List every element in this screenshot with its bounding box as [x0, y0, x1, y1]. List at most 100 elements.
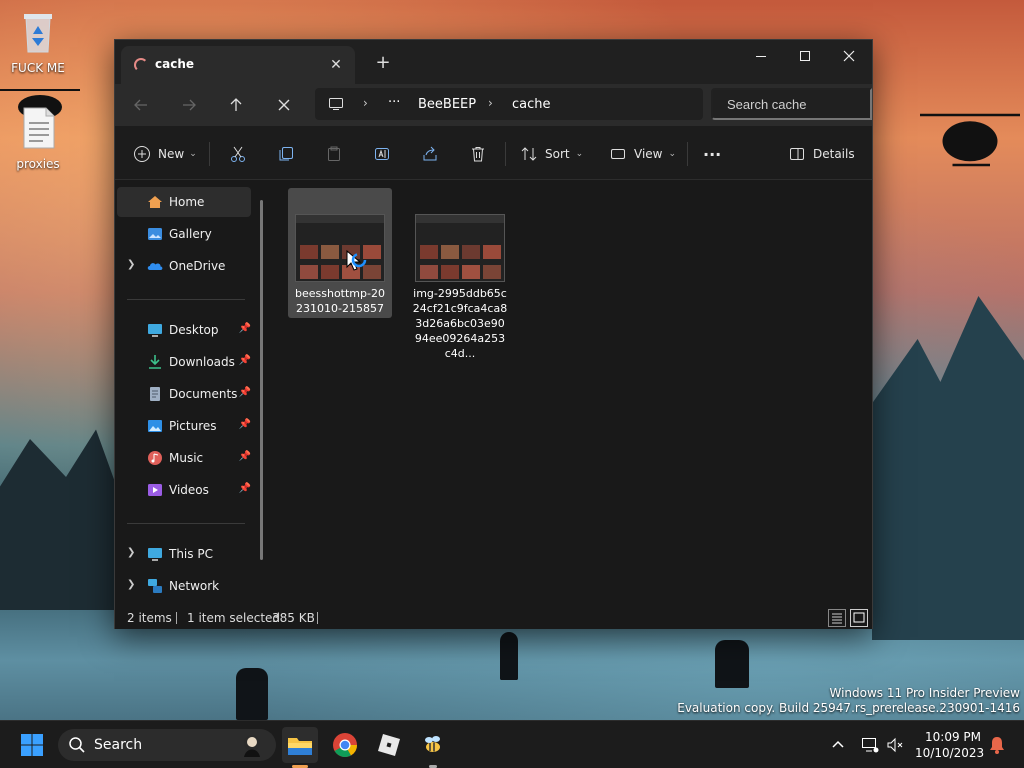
pin-icon[interactable]: 📌 — [239, 387, 251, 398]
pin-icon[interactable]: 📌 — [239, 483, 251, 494]
search-highlight-icon — [244, 735, 260, 757]
wallpaper-mountain-right — [872, 296, 1024, 640]
taskbar-search-label: Search — [94, 737, 143, 753]
soldier-silhouette — [236, 668, 268, 720]
paste-button[interactable] — [325, 140, 343, 168]
busy-indicator-icon — [351, 252, 367, 268]
pin-icon[interactable]: 📌 — [239, 355, 251, 366]
close-tab-button[interactable]: ✕ — [325, 54, 347, 76]
chrome-icon — [333, 733, 357, 758]
address-overflow-button[interactable]: ··· — [388, 95, 400, 110]
system-clock[interactable]: 10:09 PM 10/10/2023 — [915, 729, 984, 761]
network-icon — [148, 579, 162, 593]
delete-button[interactable] — [469, 140, 487, 168]
sidebar-item-label: Desktop — [169, 323, 219, 337]
large-icons-view-button[interactable] — [850, 609, 868, 627]
sidebar-item-desktop[interactable]: Desktop 📌 — [117, 315, 251, 345]
sidebar-item-videos[interactable]: Videos 📌 — [117, 475, 251, 505]
list-view-icon — [832, 613, 842, 624]
volume-muted-icon[interactable] — [886, 736, 904, 754]
new-button[interactable]: New ⌄ — [133, 140, 197, 168]
close-icon — [843, 50, 855, 62]
chevron-down-icon: ⌄ — [189, 149, 197, 159]
sidebar-item-network[interactable]: ❯ Network — [117, 571, 251, 601]
sidebar-scrollbar[interactable] — [260, 200, 263, 560]
display-icon[interactable] — [861, 736, 879, 754]
breadcrumb-cache[interactable]: cache — [512, 97, 551, 112]
new-tab-button[interactable]: + — [371, 52, 395, 74]
sidebar-item-pictures[interactable]: Pictures 📌 — [117, 411, 251, 441]
music-icon — [148, 451, 162, 465]
monitor-icon — [329, 98, 343, 110]
selection-count: 1 item selected — [187, 611, 281, 625]
windows-logo-icon — [21, 734, 43, 756]
roblox-icon — [378, 734, 400, 756]
details-button[interactable]: Details — [788, 140, 855, 168]
file-item[interactable]: beesshottmp-20231010-215857 — [288, 188, 392, 318]
taskbar-search[interactable]: Search — [58, 729, 276, 761]
sort-icon — [521, 147, 537, 161]
sidebar-item-onedrive[interactable]: ❯ OneDrive — [117, 251, 251, 281]
close-window-button[interactable] — [826, 40, 872, 72]
forward-button[interactable] — [175, 92, 203, 118]
taskbar-beebeep[interactable] — [415, 727, 451, 763]
minimize-button[interactable] — [738, 40, 784, 72]
tab-cache[interactable]: cache ✕ — [121, 46, 355, 84]
chevron-right-icon[interactable]: ❯ — [127, 259, 135, 270]
more-options-button[interactable]: ··· — [703, 140, 721, 168]
search-input[interactable] — [711, 88, 872, 120]
title-bar: cache ✕ + — [115, 40, 872, 84]
arrow-right-icon — [183, 99, 196, 111]
command-bar: New ⌄ Sort ⌄ View ⌄ ··· Details — [115, 126, 872, 180]
sort-button[interactable]: Sort ⌄ — [520, 140, 583, 168]
details-label: Details — [813, 147, 855, 161]
taskbar-file-explorer[interactable] — [282, 727, 318, 763]
copy-button[interactable] — [277, 140, 295, 168]
sidebar-item-gallery[interactable]: Gallery — [117, 219, 251, 249]
share-button[interactable] — [421, 140, 439, 168]
chevron-up-icon[interactable] — [830, 737, 846, 753]
chevron-right-icon[interactable]: ❯ — [127, 579, 135, 590]
sidebar-item-label: Pictures — [169, 419, 217, 433]
document-icon — [150, 387, 160, 401]
file-item[interactable]: img-2995ddb65c24cf21c9fca4ca83d26a6bc03e… — [408, 188, 512, 360]
rename-button[interactable] — [373, 140, 391, 168]
sidebar-item-label: OneDrive — [169, 259, 226, 273]
view-button[interactable]: View ⌄ — [609, 140, 676, 168]
arrow-left-icon — [134, 99, 147, 111]
address-bar[interactable]: › ··· BeeBEEP › cache — [315, 88, 703, 120]
back-button[interactable] — [127, 92, 155, 118]
taskbar-roblox[interactable] — [371, 727, 407, 763]
chevron-right-icon[interactable]: ❯ — [127, 547, 135, 558]
sidebar-item-label: This PC — [169, 547, 213, 561]
item-count: 2 items — [127, 611, 172, 625]
desktop-icon-label: proxies — [16, 157, 60, 171]
desktop-icon-proxies[interactable]: proxies — [0, 106, 76, 171]
pin-icon[interactable]: 📌 — [239, 451, 251, 462]
sidebar-item-this-pc[interactable]: ❯ This PC — [117, 539, 251, 569]
pin-icon[interactable]: 📌 — [239, 419, 251, 430]
stop-loading-button[interactable] — [270, 92, 298, 118]
sidebar-divider — [127, 523, 245, 524]
cut-button[interactable] — [229, 140, 247, 168]
file-name: beesshottmp-20231010-215857 — [295, 287, 385, 315]
folder-icon — [288, 738, 312, 755]
details-view-button[interactable] — [828, 609, 846, 627]
desktop-icon-recycle-bin[interactable]: FUCK ME — [0, 10, 76, 75]
start-button[interactable] — [14, 727, 50, 763]
sidebar-item-documents[interactable]: Documents 📌 — [117, 379, 251, 409]
toolbar-divider — [687, 142, 688, 166]
sidebar-item-downloads[interactable]: Downloads 📌 — [117, 347, 251, 377]
up-button[interactable] — [222, 92, 250, 118]
sidebar-item-home[interactable]: Home — [117, 187, 251, 217]
selection-size: 385 KB — [272, 611, 315, 625]
maximize-button[interactable] — [782, 40, 828, 72]
new-label: New — [158, 147, 185, 161]
download-icon — [149, 355, 161, 369]
arrow-up-icon — [230, 98, 242, 111]
pin-icon[interactable]: 📌 — [239, 323, 251, 334]
breadcrumb-beebeep[interactable]: BeeBEEP — [418, 97, 476, 112]
sidebar-item-music[interactable]: Music 📌 — [117, 443, 251, 473]
taskbar-chrome[interactable] — [327, 727, 363, 763]
notification-bell-icon[interactable] — [988, 735, 1006, 755]
